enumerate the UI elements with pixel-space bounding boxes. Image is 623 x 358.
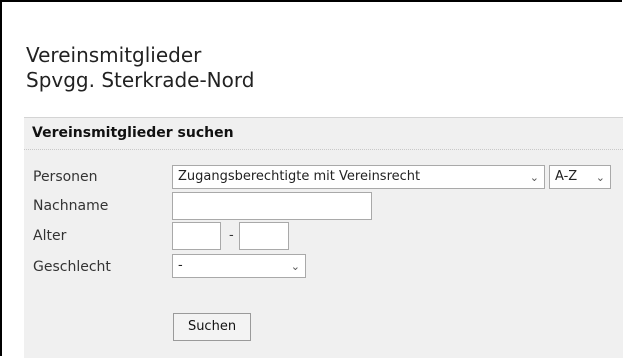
page-title-club-name: Spvgg. Sterkrade-Nord (26, 68, 255, 92)
search-button[interactable]: Suchen (173, 313, 251, 341)
nachname-field[interactable] (172, 192, 372, 220)
nachname-label: Nachname (33, 198, 109, 214)
chevron-down-icon: ⌄ (529, 171, 539, 184)
page-title-line1: Vereinsmitglieder (26, 43, 202, 67)
sort-order-value: A-Z (555, 169, 578, 184)
chevron-down-icon: ⌄ (595, 171, 605, 184)
geschlecht-select-value: - (178, 258, 183, 273)
panel-divider (24, 149, 623, 150)
geschlecht-label: Geschlecht (33, 259, 111, 275)
alter-to-field[interactable] (239, 222, 289, 250)
alter-from-field[interactable] (172, 222, 221, 250)
chevron-down-icon: ⌄ (290, 260, 300, 273)
alter-label: Alter (33, 228, 67, 244)
member-search-panel: Vereinsmitglieder suchen Personen Zugang… (24, 117, 623, 358)
alter-range-separator: - (229, 228, 234, 243)
personen-label: Personen (33, 169, 98, 185)
personen-select[interactable]: Zugangsberechtigte mit Vereinsrecht ⌄ (172, 165, 545, 189)
sort-order-select[interactable]: A-Z ⌄ (549, 165, 611, 189)
page-title: Vereinsmitglieder Spvgg. Sterkrade-Nord (26, 43, 254, 93)
personen-select-value: Zugangsberechtigte mit Vereinsrecht (178, 169, 421, 184)
search-panel-header: Vereinsmitglieder suchen (32, 125, 234, 141)
content-frame: Vereinsmitglieder Spvgg. Sterkrade-Nord … (0, 0, 623, 358)
geschlecht-select[interactable]: - ⌄ (172, 254, 306, 278)
